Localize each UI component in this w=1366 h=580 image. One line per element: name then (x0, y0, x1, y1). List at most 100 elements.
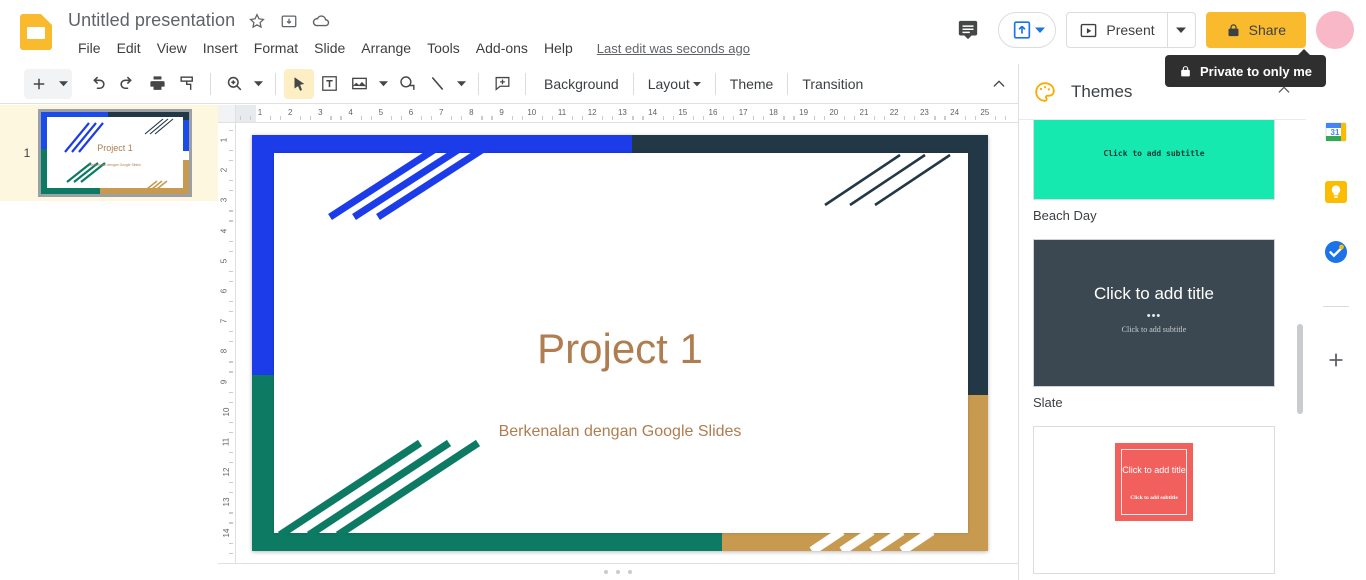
undo-icon[interactable] (82, 69, 112, 99)
theme-card-slate[interactable]: Click to add title ••• Click to add subt… (1033, 239, 1275, 387)
menu-format[interactable]: Format (246, 36, 306, 60)
slide-editor[interactable]: Project 1 Berkenalan dengan Google Slide… (252, 135, 988, 551)
star-icon[interactable] (247, 11, 267, 31)
comment-history-button[interactable] (948, 10, 988, 50)
ruler-h-tick (270, 116, 272, 120)
menu-insert[interactable]: Insert (195, 36, 246, 60)
ruler-h-tick (612, 116, 614, 120)
ruler-v-label: 12 (221, 467, 231, 477)
side-app-rail: 31 (1306, 64, 1366, 580)
slide-content[interactable]: Project 1 Berkenalan dengan Google Slide… (252, 135, 988, 551)
transition-button[interactable]: Transition (792, 71, 873, 97)
google-tasks-icon[interactable] (1324, 240, 1348, 264)
ruler-v-tick (229, 452, 233, 454)
share-button[interactable]: Share (1205, 12, 1306, 48)
themes-panel-scrollbar[interactable] (1297, 324, 1303, 414)
new-slide-icon[interactable] (24, 69, 54, 99)
text-box-icon[interactable] (314, 69, 344, 99)
ruler-v-tick (229, 482, 233, 484)
redo-icon[interactable] (112, 69, 142, 99)
ruler-h-label: 4 (348, 108, 353, 117)
ruler-h-tick (904, 116, 906, 120)
theme-card-coral[interactable]: Click to add title Click to add subtitle (1033, 426, 1275, 574)
line-icon[interactable] (422, 69, 452, 99)
ruler-h-tick (330, 116, 332, 120)
new-slide-group[interactable] (24, 68, 72, 99)
image-dropdown-icon[interactable] (374, 69, 392, 99)
coral-accent-block: Click to add title Click to add subtitle (1115, 443, 1193, 521)
theme-button[interactable]: Theme (720, 71, 784, 97)
ruler-v-tick (229, 130, 233, 132)
present-dropdown-arrow-icon[interactable] (1166, 13, 1195, 47)
ruler-v-tick (229, 271, 233, 273)
slide-border-green-left (252, 375, 274, 551)
select-tool-icon[interactable] (284, 68, 314, 99)
insert-comment-icon[interactable] (487, 69, 517, 99)
ruler-h-label: 16 (708, 108, 718, 117)
new-slide-dropdown-icon[interactable] (54, 69, 72, 99)
ruler-h-tick (964, 116, 966, 120)
ruler-h-label: 15 (678, 108, 688, 117)
insert-image-icon[interactable] (344, 69, 374, 99)
slide-filmstrip: 1 Project 1 Berkenalan dengan Google Sli… (0, 105, 218, 580)
paint-format-icon[interactable] (172, 69, 202, 99)
slide-border-gold-right (968, 395, 988, 551)
theme-card-beach-day[interactable]: Click to add subtitle (1033, 120, 1275, 200)
line-dropdown-icon[interactable] (452, 69, 470, 99)
ruler-h-tick (401, 116, 403, 120)
google-calendar-icon[interactable]: 31 (1324, 120, 1348, 144)
slide-canvas-area[interactable]: Project 1 Berkenalan dengan Google Slide… (236, 123, 1018, 563)
slide-thumbnail-selected[interactable]: Project 1 Berkenalan dengan Google Slide… (38, 109, 192, 197)
add-ons-plus-icon[interactable] (1325, 349, 1347, 376)
menu-addons[interactable]: Add-ons (468, 36, 536, 60)
share-label: Share (1248, 22, 1286, 38)
theme-item-beach-day[interactable]: Click to add subtitle Beach Day (1033, 120, 1292, 223)
print-icon[interactable] (142, 69, 172, 99)
ruler-corner (218, 105, 236, 123)
speaker-notes-handle[interactable] (604, 570, 632, 574)
menu-view[interactable]: View (149, 36, 195, 60)
ruler-v-tick (229, 401, 233, 403)
vertical-ruler[interactable]: 1 2 3 4 5 6 7 8 9 10 11 12 13 14 (218, 123, 236, 580)
menu-slide[interactable]: Slide (306, 36, 353, 60)
menu-edit[interactable]: Edit (109, 36, 149, 60)
toolbar-divider-7 (787, 72, 789, 95)
ruler-v-tick (229, 542, 233, 544)
slide-title-text[interactable]: Project 1 (252, 325, 988, 373)
present-button[interactable]: Present (1067, 13, 1166, 47)
layout-button[interactable]: Layout (638, 71, 711, 97)
menu-bar: File Edit View Insert Format Slide Arran… (70, 36, 750, 60)
background-button[interactable]: Background (534, 71, 629, 97)
menu-help[interactable]: Help (536, 36, 581, 60)
cloud-saved-icon[interactable] (311, 11, 331, 31)
ruler-h-tick (582, 116, 584, 120)
menu-tools[interactable]: Tools (419, 36, 468, 60)
thumb-subtitle: Berkenalan dengan Google Slides (89, 162, 141, 167)
horizontal-ruler[interactable]: 1 2 3 4 5 6 7 8 9 10 11 12 13 14 15 16 17 18 19 20 21 22 23 24 2… (236, 105, 1018, 123)
themes-list[interactable]: Click to add subtitle Beach Day Click to… (1019, 120, 1306, 580)
slide-subtitle-text[interactable]: Berkenalan dengan Google Slides (252, 423, 988, 441)
user-avatar[interactable] (1316, 11, 1354, 49)
menu-arrange[interactable]: Arrange (353, 36, 419, 60)
collapse-toolbar-icon[interactable] (984, 69, 1014, 99)
present-button-group[interactable]: Present (1066, 12, 1196, 48)
join-meeting-button[interactable] (998, 12, 1057, 48)
last-edit-status[interactable]: Last edit was seconds ago (597, 41, 750, 56)
google-keep-icon[interactable] (1324, 180, 1348, 204)
document-title[interactable]: Untitled presentation (68, 10, 235, 31)
ruler-h-tick (451, 116, 453, 120)
filmstrip-slide-1[interactable]: 1 Project 1 Berkenalan dengan Google Sli… (0, 105, 218, 201)
themes-panel: Themes Click to add subtitle Beach Day C… (1018, 64, 1306, 580)
menu-file[interactable]: File (70, 36, 109, 60)
ruler-h-label: 10 (527, 108, 537, 117)
ruler-h-tick (421, 116, 423, 120)
shape-icon[interactable] (392, 69, 422, 99)
ruler-h-tick (310, 116, 312, 120)
zoom-icon[interactable] (219, 69, 249, 99)
zoom-dropdown-icon[interactable] (249, 69, 267, 99)
header-actions: Present Share (948, 10, 1366, 50)
ruler-h-tick (874, 116, 876, 120)
theme-item-slate[interactable]: Click to add title ••• Click to add subt… (1033, 239, 1292, 410)
theme-item-coral[interactable]: Click to add title Click to add subtitle… (1033, 426, 1292, 580)
move-to-folder-icon[interactable] (279, 11, 299, 31)
